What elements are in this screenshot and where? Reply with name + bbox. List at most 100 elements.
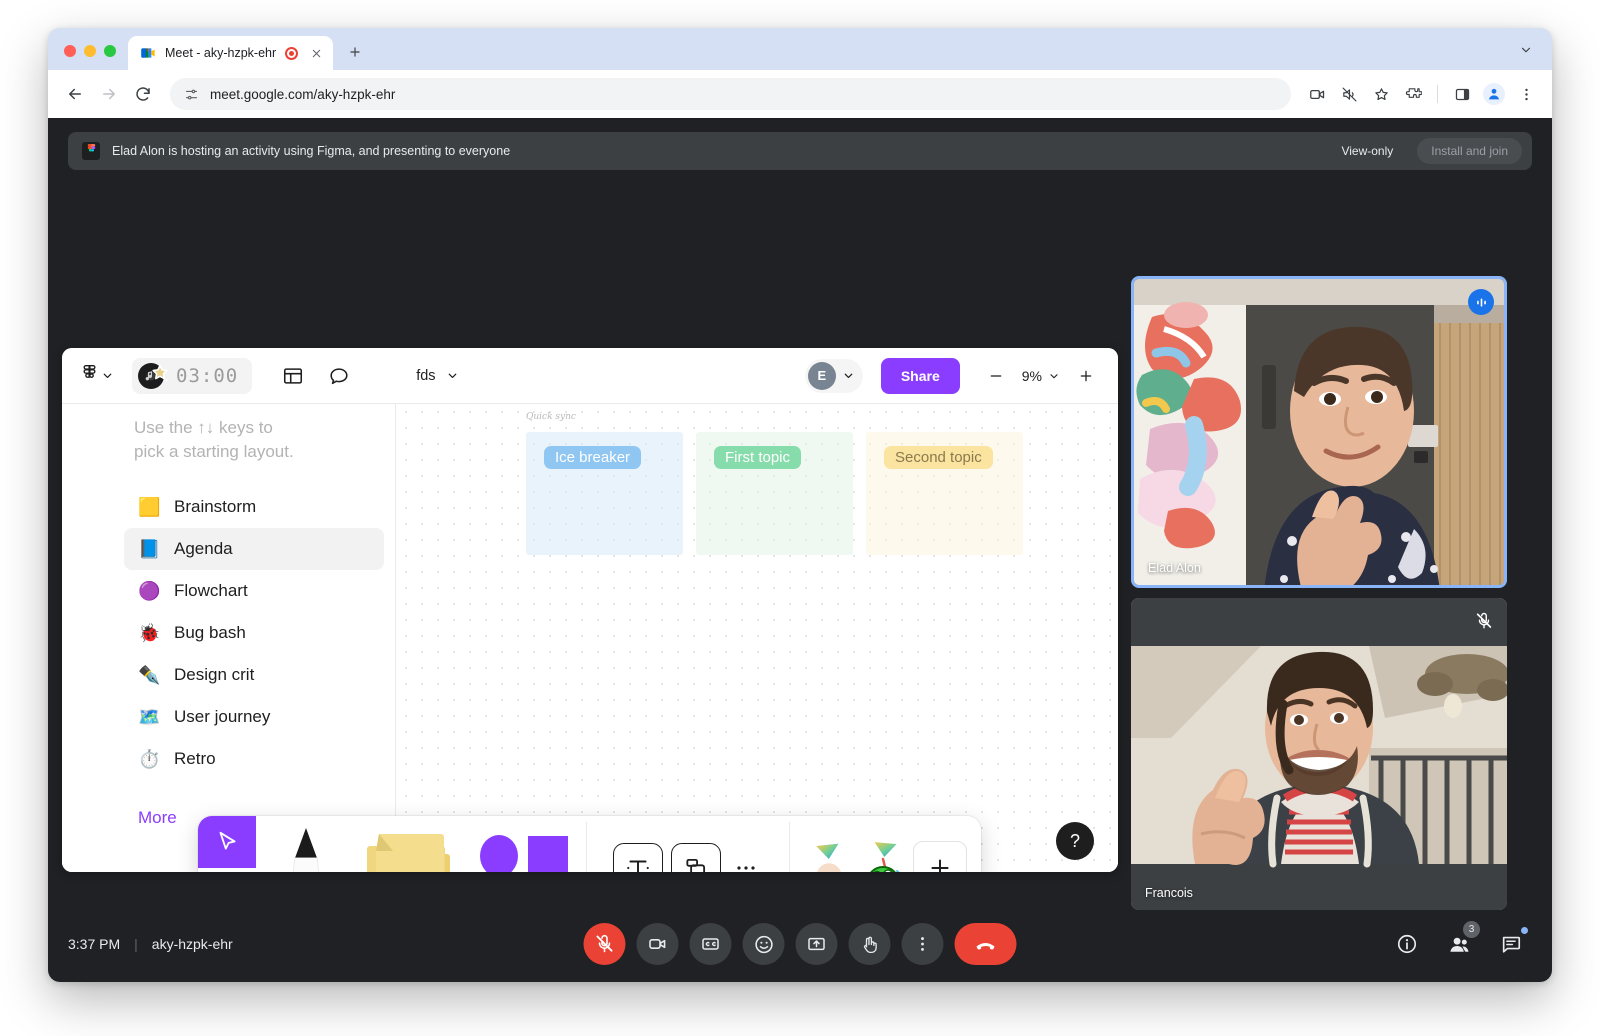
captions-toggle[interactable] — [689, 923, 732, 965]
google-meet-page: Elad Alon is hosting an activity using F… — [48, 118, 1552, 982]
meeting-details-button[interactable] — [1388, 925, 1426, 963]
map-icon: 🗺️ — [138, 706, 161, 727]
more-vertical-icon[interactable] — [1512, 80, 1540, 108]
bug-icon: 🐞 — [138, 622, 161, 643]
figma-layout-panel: Use the ↑↓ keys to pick a starting layou… — [62, 404, 396, 872]
camera-toggle[interactable] — [636, 923, 679, 965]
tune-icon[interactable] — [182, 85, 200, 103]
extensions-puzzle-icon[interactable] — [1399, 80, 1427, 108]
browser-window: Meet - aky-hzpk-ehr meet.google.com/aky-… — [48, 28, 1552, 982]
microphone-toggle[interactable] — [583, 923, 626, 965]
layout-item-retro[interactable]: ⏱️ Retro — [124, 738, 384, 780]
leave-call-button[interactable] — [954, 923, 1017, 965]
close-icon[interactable] — [307, 44, 325, 62]
chat-button[interactable] — [1492, 925, 1530, 963]
shapes-icon[interactable] — [466, 820, 586, 872]
figma-main-menu-button[interactable] — [78, 359, 118, 393]
more-options-button[interactable] — [901, 923, 944, 965]
green-monster-sticker-icon[interactable] — [859, 835, 911, 872]
layout-hint-line-1: Use the ↑↓ keys to — [134, 418, 273, 437]
address-bar[interactable]: meet.google.com/aky-hzpk-ehr — [170, 78, 1291, 110]
layout-item-flowchart[interactable]: 🟣 Flowchart — [124, 570, 384, 612]
party-face-sticker-icon[interactable]: 5:00 — [805, 836, 857, 872]
view-only-label: View-only — [1341, 144, 1394, 158]
topic-card-second-topic[interactable]: Second topic — [866, 432, 1023, 555]
maximize-window-button[interactable] — [104, 45, 116, 57]
text-tool-icon[interactable] — [613, 843, 663, 872]
screen-share-icon[interactable] — [1303, 80, 1331, 108]
meeting-meta: 3:37 PM | aky-hzpk-ehr — [68, 936, 233, 952]
layout-item-agenda[interactable]: 📘 Agenda — [124, 528, 384, 570]
cursor-arrow-icon[interactable] — [198, 816, 256, 868]
current-time: 3:37 PM — [68, 936, 121, 952]
layout-item-label: Retro — [174, 749, 216, 768]
figma-board-area[interactable]: Quick sync Ice breaker First topic Secon… — [396, 404, 1118, 872]
browser-tab-strip: Meet - aky-hzpk-ehr — [48, 28, 1552, 70]
layout-item-bug-bash[interactable]: 🐞 Bug bash — [124, 612, 384, 654]
activity-banner: Elad Alon is hosting an activity using F… — [68, 132, 1532, 170]
address-bar-url: meet.google.com/aky-hzpk-ehr — [210, 86, 396, 102]
zoom-level-button[interactable]: 9% — [1014, 368, 1068, 384]
more-layouts-link[interactable]: More — [138, 808, 177, 828]
side-panel-icon[interactable] — [1448, 80, 1476, 108]
present-button[interactable] — [795, 923, 838, 965]
layout-item-design-crit[interactable]: ✒️ Design crit — [124, 654, 384, 696]
arrow-right-icon[interactable] — [94, 79, 124, 109]
layout-panel-icon[interactable] — [276, 359, 310, 393]
bookmark-star-icon[interactable] — [1367, 80, 1395, 108]
stickers-group: 5:00 — [790, 816, 981, 872]
video-feed — [1131, 598, 1507, 910]
mute-tab-icon[interactable] — [1335, 80, 1363, 108]
new-tab-button[interactable] — [341, 38, 369, 66]
browser-toolbar-icons — [1303, 80, 1540, 108]
marker-pen-icon[interactable] — [256, 820, 356, 872]
layout-item-user-journey[interactable]: 🗺️ User journey — [124, 696, 384, 738]
raise-hand-button[interactable] — [848, 923, 891, 965]
cursor-tools-group — [198, 816, 256, 872]
figma-filename[interactable]: fds — [416, 368, 458, 384]
participant-count-badge: 3 — [1463, 921, 1480, 938]
figma-canvas[interactable]: Use the ↑↓ keys to pick a starting layou… — [62, 404, 1118, 872]
toolbar-divider — [1437, 85, 1438, 103]
chevron-down-icon[interactable] — [1512, 36, 1540, 64]
browser-tab[interactable]: Meet - aky-hzpk-ehr — [128, 36, 334, 70]
window-traffic-lights — [48, 45, 128, 70]
figma-avatar-group[interactable]: E — [804, 358, 863, 393]
chevron-down-icon — [1050, 373, 1058, 378]
mic-off-icon — [1471, 608, 1497, 634]
video-tile-francois[interactable]: Francois — [1131, 598, 1507, 910]
close-window-button[interactable] — [64, 45, 76, 57]
arrow-left-icon[interactable] — [60, 79, 90, 109]
chevron-down-icon — [844, 373, 853, 378]
zoom-in-button[interactable] — [1070, 360, 1102, 392]
topic-card-first-topic[interactable]: First topic — [696, 432, 853, 555]
add-sticker-button[interactable] — [912, 841, 967, 872]
video-tile-elad-alon[interactable]: Elad Alon — [1131, 276, 1507, 588]
section-frame-icon[interactable] — [671, 843, 721, 872]
help-button[interactable]: ? — [1056, 822, 1094, 860]
text-section-tools-group — [587, 816, 789, 872]
hand-pan-icon[interactable] — [198, 868, 256, 872]
people-button[interactable]: 3 — [1440, 921, 1480, 963]
reactions-button[interactable] — [742, 923, 785, 965]
layout-hint-line-2: pick a starting layout. — [134, 442, 294, 462]
install-and-join-button[interactable]: Install and join — [1417, 138, 1522, 164]
zoom-out-button[interactable] — [980, 360, 1012, 392]
recording-indicator-icon[interactable] — [285, 46, 299, 60]
activity-banner-text: Elad Alon is hosting an activity using F… — [112, 144, 511, 158]
more-horizontal-icon[interactable] — [729, 851, 763, 872]
reload-icon[interactable] — [128, 79, 158, 109]
comment-bubble-icon[interactable] — [322, 359, 356, 393]
meet-call-controls — [583, 923, 1017, 965]
figma-timer-chip[interactable]: 03:00 — [132, 357, 253, 394]
minimize-window-button[interactable] — [84, 45, 96, 57]
drawing-tools-group — [256, 816, 586, 872]
sticky-notes-stack-icon[interactable] — [356, 820, 466, 872]
topic-card-ice-breaker[interactable]: Ice breaker — [526, 432, 683, 555]
topic-card-label: Second topic — [884, 446, 993, 469]
meet-bottom-bar: 3:37 PM | aky-hzpk-ehr 3 — [48, 906, 1552, 982]
profile-avatar-icon[interactable] — [1480, 80, 1508, 108]
layout-item-brainstorm[interactable]: 🟨 Brainstorm — [124, 486, 384, 528]
chat-unread-dot — [1521, 927, 1528, 934]
share-button[interactable]: Share — [880, 357, 960, 394]
